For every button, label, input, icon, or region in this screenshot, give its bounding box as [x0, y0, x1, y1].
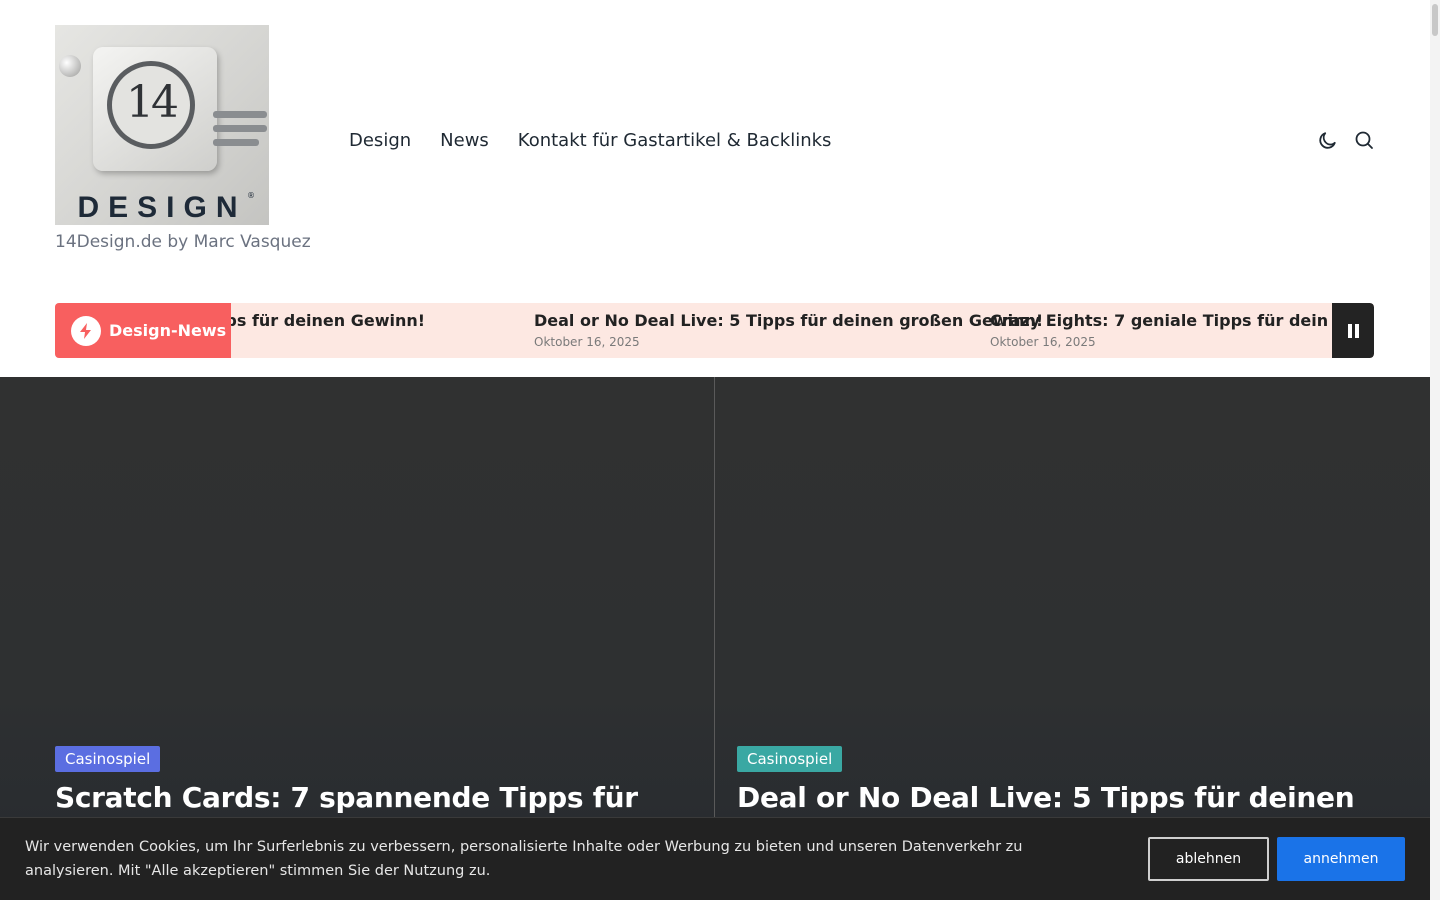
- nav-item-contact[interactable]: Kontakt für Gastartikel & Backlinks: [518, 130, 832, 151]
- header-actions: [1318, 130, 1374, 150]
- news-ticker: Design-News Scratch Cards: 7 spannende T…: [55, 303, 1374, 358]
- ticker-item[interactable]: Crazy Eights: 7 geniale Tipps für dein n…: [990, 311, 1332, 349]
- ticker-pause-button[interactable]: [1332, 303, 1374, 358]
- accept-cookies-button[interactable]: annehmen: [1277, 837, 1405, 881]
- ticker-item-title: Scratch Cards: 7 spannende Tipps für dei…: [231, 311, 426, 330]
- ticker-label-text: Design-News: [109, 321, 227, 340]
- logo-bar: [213, 125, 267, 132]
- logo-registered-mark: ®: [247, 191, 255, 200]
- logo-bar: [213, 139, 259, 146]
- pause-icon: [1347, 323, 1352, 338]
- nav-item-news[interactable]: News: [440, 130, 489, 151]
- scrollbar-thumb[interactable]: [1432, 4, 1438, 36]
- pause-icon: [1354, 323, 1359, 338]
- logo-number: 14: [126, 77, 179, 128]
- page-scrollbar[interactable]: [1430, 0, 1440, 900]
- decline-cookies-button[interactable]: ablehnen: [1148, 837, 1269, 881]
- featured-post-title[interactable]: Scratch Cards: 7 spannende Tipps für: [55, 781, 638, 814]
- ticker-track: Scratch Cards: 7 spannende Tipps für dei…: [231, 303, 1332, 358]
- nav-item-design[interactable]: Design: [349, 130, 411, 151]
- cookie-banner: Wir verwenden Cookies, um Ihr Surferlebn…: [0, 817, 1430, 900]
- site-tagline: 14Design.de by Marc Vasquez: [55, 232, 311, 252]
- site-logo[interactable]: 14 DESIGN ®: [55, 25, 269, 225]
- ticker-item-title: Crazy Eights: 7 geniale Tipps für dein n…: [990, 311, 1332, 330]
- category-badge[interactable]: Casinospiel: [737, 746, 843, 772]
- featured-post-title[interactable]: Deal or No Deal Live: 5 Tipps für deinen: [737, 781, 1355, 814]
- ticker-item[interactable]: Scratch Cards: 7 spannende Tipps für dei…: [231, 311, 425, 335]
- category-badge[interactable]: Casinospiel: [55, 746, 161, 772]
- lightning-icon: [71, 315, 101, 346]
- search-icon[interactable]: [1354, 130, 1374, 150]
- ticker-item-title: Deal or No Deal Live: 5 Tipps für deinen…: [534, 311, 1044, 330]
- cookie-text: Wir verwenden Cookies, um Ihr Surferlebn…: [25, 839, 1023, 879]
- ticker-label: Design-News: [55, 303, 231, 358]
- logo-sphere-decoration: [59, 55, 81, 77]
- moon-icon[interactable]: [1318, 130, 1338, 150]
- logo-bar: [213, 111, 267, 118]
- ticker-item[interactable]: Deal or No Deal Live: 5 Tipps für deinen…: [534, 311, 1043, 349]
- logo-wordmark: DESIGN: [77, 191, 247, 224]
- main-nav: Design News Kontakt für Gastartikel & Ba…: [349, 130, 831, 151]
- ticker-item-date: Oktober 16, 2025: [990, 335, 1096, 349]
- ticker-item-date: Oktober 16, 2025: [534, 335, 640, 349]
